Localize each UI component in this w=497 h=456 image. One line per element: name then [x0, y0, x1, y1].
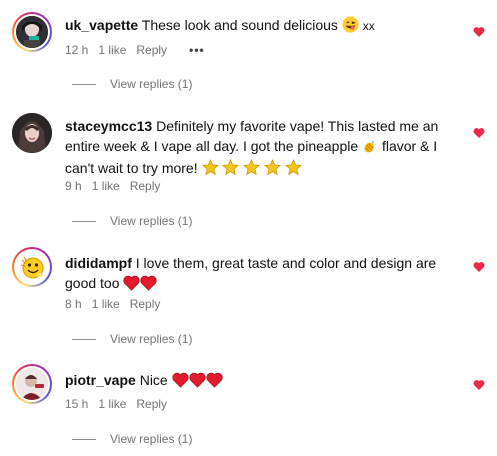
view-replies-label: View replies (1): [110, 332, 193, 346]
comment-likes-count[interactable]: 1 like: [98, 397, 126, 411]
pineapple-emoji: [362, 138, 378, 160]
view-replies-button[interactable]: View replies (1): [72, 77, 192, 91]
more-options-button[interactable]: •••: [189, 43, 205, 57]
divider-line: [72, 83, 96, 85]
comment-username[interactable]: piotr_vape: [65, 372, 136, 388]
star-emoji: [285, 158, 303, 182]
star-emoji: [201, 158, 219, 182]
star-emoji: [222, 158, 240, 182]
reply-button[interactable]: Reply: [136, 43, 167, 57]
comment-meta: 15 h 1 like Reply: [65, 397, 177, 411]
avatar[interactable]: [12, 364, 52, 404]
reply-button[interactable]: Reply: [130, 297, 161, 311]
view-replies-label: View replies (1): [110, 214, 193, 228]
divider-line: [72, 220, 96, 222]
comment-likes-count[interactable]: 1 like: [98, 43, 126, 57]
avatar-photo-icon: [16, 368, 48, 400]
star-emoji: [264, 158, 282, 182]
reply-button[interactable]: Reply: [130, 179, 161, 193]
comment-meta: 9 h 1 like Reply: [65, 179, 170, 193]
like-heart-icon[interactable]: [473, 126, 485, 138]
red-heart-emoji: [140, 275, 157, 297]
comment-username[interactable]: staceymcc13: [65, 118, 152, 134]
comment-text: piotr_vape Nice: [65, 371, 457, 394]
rating-stars: [201, 158, 303, 176]
avatar[interactable]: [12, 113, 52, 153]
comment-text: staceymcc13 Definitely my favorite vape!…: [65, 117, 457, 182]
view-replies-button[interactable]: View replies (1): [72, 332, 192, 346]
comment-body: Nice: [139, 372, 168, 388]
red-heart-emoji: [172, 372, 189, 394]
comment-text: dididampf I love them, great taste and c…: [65, 254, 457, 296]
comment-time: 15 h: [65, 397, 89, 411]
comment-username[interactable]: dididampf: [65, 255, 132, 271]
avatar-photo-icon: [16, 16, 48, 48]
view-replies-label: View replies (1): [110, 432, 193, 446]
comment-likes-count[interactable]: 1 like: [92, 179, 120, 193]
avatar[interactable]: [12, 12, 52, 52]
view-replies-label: View replies (1): [110, 77, 193, 91]
red-heart-emoji: [189, 372, 206, 394]
comment-body-suffix: xx: [362, 19, 375, 33]
comment-meta: 12 h 1 like Reply •••: [65, 43, 215, 57]
avatar-photo-icon: [12, 113, 52, 153]
view-replies-button[interactable]: View replies (1): [72, 214, 192, 228]
star-emoji: [243, 158, 261, 182]
red-heart-emoji: [206, 372, 223, 394]
comment-username[interactable]: uk_vapette: [65, 17, 138, 33]
divider-line: [72, 338, 96, 340]
comment-text: uk_vapette These look and sound deliciou…: [65, 16, 457, 39]
comment-meta: 8 h 1 like Reply: [65, 297, 170, 311]
like-heart-icon[interactable]: [473, 378, 485, 390]
red-heart-emoji: [123, 275, 140, 297]
comment-time: 12 h: [65, 43, 89, 57]
avatar[interactable]: [12, 247, 52, 287]
reply-button[interactable]: Reply: [136, 397, 167, 411]
divider-line: [72, 438, 96, 440]
comment-time: 9 h: [65, 179, 82, 193]
like-heart-icon[interactable]: [473, 260, 485, 272]
view-replies-button[interactable]: View replies (1): [72, 432, 192, 446]
comment-body: These look and sound delicious: [141, 17, 338, 33]
avatar-photo-icon: [16, 251, 48, 283]
like-heart-icon[interactable]: [473, 25, 485, 37]
face-savoring-food-emoji: [342, 16, 359, 39]
comment-likes-count[interactable]: 1 like: [92, 297, 120, 311]
comment-time: 8 h: [65, 297, 82, 311]
